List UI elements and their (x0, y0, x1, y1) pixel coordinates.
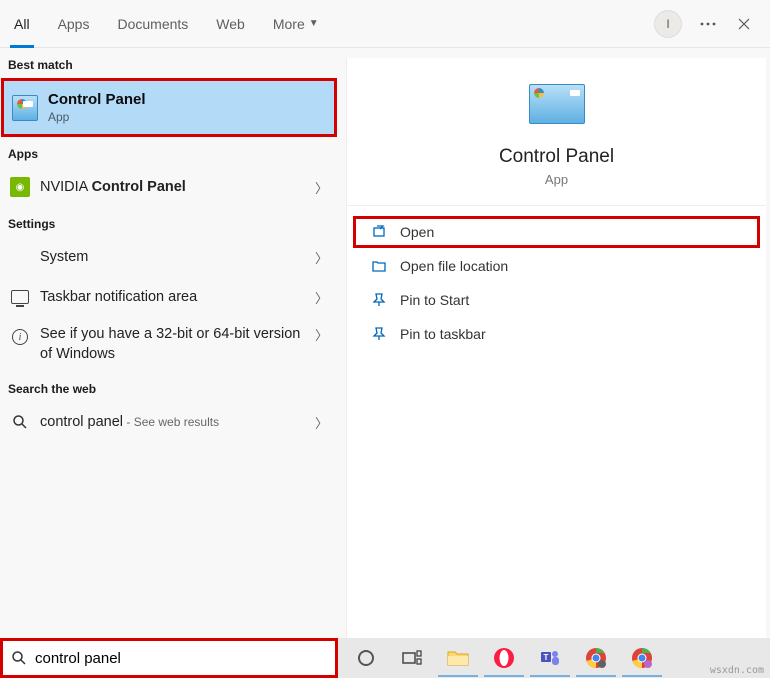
tab-more[interactable]: More▼ (259, 0, 333, 48)
action-pin-to-start[interactable]: Pin to Start (353, 284, 760, 316)
result-title: Control Panel (48, 91, 146, 108)
watermark: wsxdn.com (710, 665, 764, 676)
taskbar-chrome-2[interactable] (620, 639, 664, 677)
chevron-down-icon: ▼ (309, 18, 319, 29)
preview-title: Control Panel (499, 146, 614, 168)
control-panel-icon (529, 84, 585, 124)
result-best-match[interactable]: Control Panel App (1, 78, 337, 137)
taskbar: T wsxdn.com (338, 638, 770, 678)
chevron-right-icon: 〉 (315, 248, 328, 267)
chevron-right-icon: 〉 (315, 288, 328, 307)
tab-documents[interactable]: Documents (103, 0, 202, 48)
pin-icon (368, 326, 390, 342)
result-web-search[interactable]: control panel - See web results 〉 (0, 402, 338, 442)
tab-apps[interactable]: Apps (44, 0, 104, 48)
section-web: Search the web (0, 372, 338, 402)
svg-text:T: T (544, 653, 549, 662)
taskbar-chrome-1[interactable] (574, 639, 618, 677)
search-bar[interactable] (0, 638, 338, 678)
result-system[interactable]: System 〉 (0, 237, 338, 277)
chrome-icon (585, 647, 607, 669)
section-best-match: Best match (0, 48, 338, 78)
taskbar-file-explorer[interactable] (436, 639, 480, 677)
chrome-icon (631, 647, 653, 669)
section-apps: Apps (0, 137, 338, 167)
preview-panel: Control Panel App Open Open file locatio… (346, 58, 766, 638)
tab-all[interactable]: All (0, 0, 44, 48)
open-icon (368, 224, 390, 240)
chevron-right-icon: 〉 (315, 178, 328, 197)
result-taskbar-notification[interactable]: Taskbar notification area 〉 (0, 277, 338, 317)
chevron-right-icon: 〉 (315, 413, 328, 432)
teams-icon: T (539, 647, 561, 669)
ellipsis-icon (700, 22, 716, 26)
result-nvidia-control-panel[interactable]: ◉ NVIDIA Control Panel 〉 (0, 167, 338, 207)
close-button[interactable] (726, 6, 762, 42)
search-icon (8, 410, 32, 434)
taskbar-cortana[interactable] (344, 639, 388, 677)
taskbar-opera[interactable] (482, 639, 526, 677)
taskbar-task-view[interactable] (390, 639, 434, 677)
nvidia-icon: ◉ (8, 175, 32, 199)
chevron-right-icon: 〉 (315, 325, 328, 344)
folder-icon (368, 258, 390, 274)
section-settings: Settings (0, 207, 338, 237)
taskbar-teams[interactable]: T (528, 639, 572, 677)
monitor-icon (8, 285, 32, 309)
preview-subtitle: App (545, 172, 568, 187)
action-open[interactable]: Open (353, 216, 760, 248)
cortana-icon (356, 648, 376, 668)
search-scope-tabs: All Apps Documents Web More▼ I (0, 0, 770, 48)
folder-icon (447, 649, 469, 667)
action-pin-to-taskbar[interactable]: Pin to taskbar (353, 318, 760, 350)
task-view-icon (402, 650, 422, 666)
tab-web[interactable]: Web (202, 0, 259, 48)
search-input[interactable] (35, 650, 327, 667)
action-open-file-location[interactable]: Open file location (353, 250, 760, 282)
result-32-64-bit[interactable]: i See if you have a 32-bit or 64-bit ver… (0, 317, 338, 372)
control-panel-icon (12, 95, 38, 121)
results-panel: Best match Control Panel App Apps ◉ NVID… (0, 48, 338, 638)
user-avatar[interactable]: I (654, 10, 682, 38)
info-icon: i (8, 325, 32, 349)
search-icon (11, 650, 27, 666)
pin-icon (368, 292, 390, 308)
options-button[interactable] (690, 6, 726, 42)
close-icon (738, 18, 750, 30)
opera-icon (493, 647, 515, 669)
result-subtitle: App (48, 110, 146, 124)
